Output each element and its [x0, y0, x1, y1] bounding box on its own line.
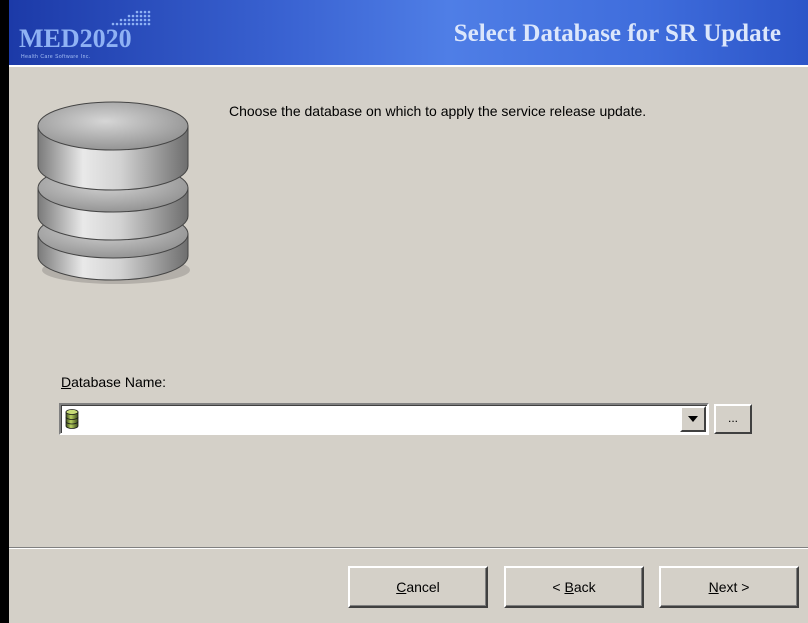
back-button[interactable]: < Back: [504, 566, 644, 608]
database-stack-icon: [37, 101, 190, 284]
med2020-logo: MED2020 Health Care Software Inc.: [19, 6, 169, 62]
next-button[interactable]: Next >: [659, 566, 799, 608]
browse-button[interactable]: ...: [714, 404, 752, 434]
cancel-label: ancel: [406, 579, 440, 595]
wizard-header: MED2020 Health Care Software Inc. Select…: [9, 0, 808, 67]
back-label: ack: [573, 579, 596, 595]
back-prefix: <: [552, 579, 565, 595]
window-left-edge: [0, 0, 9, 623]
database-name-combobox[interactable]: [59, 403, 709, 435]
database-name-label-accel: D: [61, 374, 72, 390]
database-icon: [65, 409, 79, 429]
database-dropdown-button[interactable]: [680, 406, 706, 432]
next-label: ext >: [718, 579, 750, 595]
database-name-label-rest: atabase Name:: [71, 374, 167, 390]
logo-tagline: Health Care Software Inc.: [21, 54, 91, 60]
instruction-text: Choose the database on which to apply th…: [229, 103, 647, 119]
next-accel: N: [708, 579, 719, 595]
page-title: Select Database for SR Update: [453, 20, 781, 47]
chevron-down-icon: [688, 416, 698, 422]
back-accel: B: [564, 579, 574, 595]
button-separator: [9, 547, 808, 549]
wizard-window: MED2020 Health Care Software Inc. Select…: [0, 0, 808, 623]
database-name-label: Database Name:: [61, 374, 166, 390]
cancel-accel: C: [396, 579, 407, 595]
logo-text: MED2020: [19, 24, 132, 53]
cancel-button[interactable]: Cancel: [348, 566, 488, 608]
